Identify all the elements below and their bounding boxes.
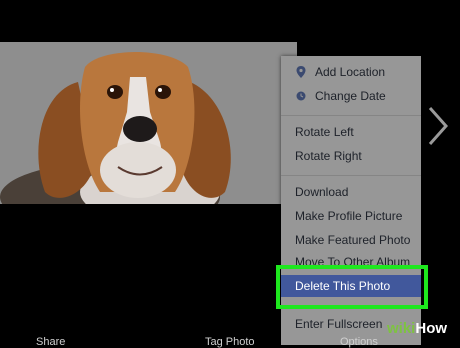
beagle-photo — [0, 42, 297, 204]
menu-item-label: Rotate Left — [295, 125, 354, 139]
menu-item-label: Rotate Right — [295, 149, 362, 163]
menu-item-make-featured-photo[interactable]: Make Featured Photo — [281, 229, 421, 251]
menu-item-label: Add Location — [315, 65, 386, 79]
next-photo-arrow-icon[interactable] — [424, 104, 452, 148]
location-pin-icon — [296, 66, 306, 78]
watermark-wiki: wiki — [387, 320, 416, 337]
options-link[interactable]: Options — [340, 336, 378, 348]
menu-item-label: Download — [295, 185, 349, 199]
menu-item-rotate-right[interactable]: Rotate Right — [281, 145, 421, 167]
menu-item-label: Make Profile Picture — [295, 209, 403, 223]
menu-item-make-profile-picture[interactable]: Make Profile Picture — [281, 205, 421, 227]
watermark-how: How — [415, 320, 448, 337]
clock-icon — [296, 91, 306, 101]
tag-photo-link[interactable]: Tag Photo — [205, 336, 255, 348]
wikihow-watermark: wikiHow — [387, 320, 447, 337]
menu-item-label: Change Date — [315, 89, 386, 103]
menu-divider — [281, 115, 421, 116]
menu-divider — [281, 175, 421, 176]
menu-item-download[interactable]: Download — [281, 181, 421, 203]
photo — [0, 42, 297, 204]
menu-item-add-location[interactable]: Add Location — [281, 61, 421, 83]
menu-item-rotate-left[interactable]: Rotate Left — [281, 121, 421, 143]
menu-item-label: Enter Fullscreen — [295, 317, 383, 331]
menu-item-label: Make Featured Photo — [295, 233, 411, 247]
menu-item-change-date[interactable]: Change Date — [281, 85, 421, 107]
share-link[interactable]: Share — [36, 336, 65, 348]
highlight-outline — [276, 265, 428, 309]
